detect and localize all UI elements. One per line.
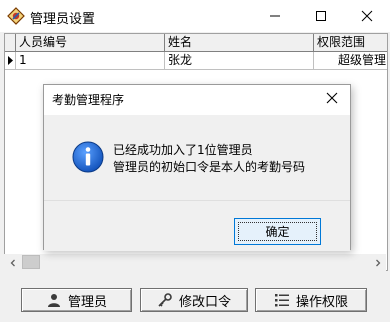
- cell-id[interactable]: 1: [16, 52, 165, 69]
- scroll-right-button[interactable]: [369, 254, 386, 271]
- admin-button-label: 管理员: [67, 294, 107, 310]
- maximize-icon: [316, 11, 326, 21]
- dialog-title: 考勤管理程序: [52, 93, 125, 107]
- dialog-close-icon[interactable]: [324, 90, 340, 106]
- row-pointer-icon: [8, 56, 13, 65]
- permissions-button[interactable]: 操作权限: [255, 288, 367, 312]
- cell-name[interactable]: 张龙: [165, 52, 314, 69]
- user-icon: [47, 294, 60, 307]
- grid-header: 人员编号 姓名 权限范围: [5, 34, 387, 52]
- dialog-message-line2: 管理员的初始口令是本人的考勤号码: [113, 160, 306, 174]
- list-icon: [274, 294, 289, 307]
- focus-ring: [238, 222, 317, 241]
- column-header-scope[interactable]: 权限范围: [314, 34, 387, 51]
- close-button[interactable]: [344, 0, 390, 32]
- table-row[interactable]: 1 张龙 超级管理: [5, 52, 387, 70]
- message-dialog: 考勤管理程序 已经成功加入了1位管理员 管理员的初始口令是本人的考勤号码 确定: [43, 84, 351, 251]
- minimize-button[interactable]: [252, 0, 298, 32]
- change-password-label: 修改口令: [178, 294, 231, 310]
- close-icon: [361, 10, 373, 22]
- ok-button[interactable]: 确定: [234, 218, 321, 245]
- admin-button[interactable]: 管理员: [21, 288, 132, 312]
- chevron-left-icon: [10, 259, 15, 266]
- dialog-body: 已经成功加入了1位管理员 管理员的初始口令是本人的考勤号码: [44, 115, 350, 200]
- minimize-icon: [270, 15, 280, 17]
- title-bar: 管理员设置: [0, 0, 390, 32]
- dialog-message-line1: 已经成功加入了1位管理员: [113, 143, 253, 157]
- key-icon: [158, 293, 172, 307]
- window-title: 管理员设置: [30, 12, 96, 27]
- column-header-name[interactable]: 姓名: [165, 34, 314, 51]
- maximize-button[interactable]: [298, 0, 344, 32]
- permissions-label: 操作权限: [295, 294, 348, 310]
- row-indicator: [5, 52, 16, 69]
- app-logo-icon: [7, 7, 25, 25]
- admin-settings-window: 管理员设置 人员编号 姓名 权限范围 1 张龙 超级管理 管理员 修改口令 操作…: [0, 0, 390, 322]
- info-icon: [72, 141, 104, 173]
- change-password-button[interactable]: 修改口令: [140, 288, 248, 312]
- column-header-id[interactable]: 人员编号: [16, 34, 165, 51]
- scroll-left-button[interactable]: [4, 254, 21, 271]
- dialog-footer: 确定: [44, 200, 350, 251]
- scroll-thumb[interactable]: [22, 255, 40, 269]
- horizontal-scrollbar[interactable]: [4, 254, 386, 271]
- grid-corner: [5, 34, 16, 51]
- chevron-right-icon: [375, 259, 380, 266]
- cell-scope[interactable]: 超级管理: [314, 52, 387, 69]
